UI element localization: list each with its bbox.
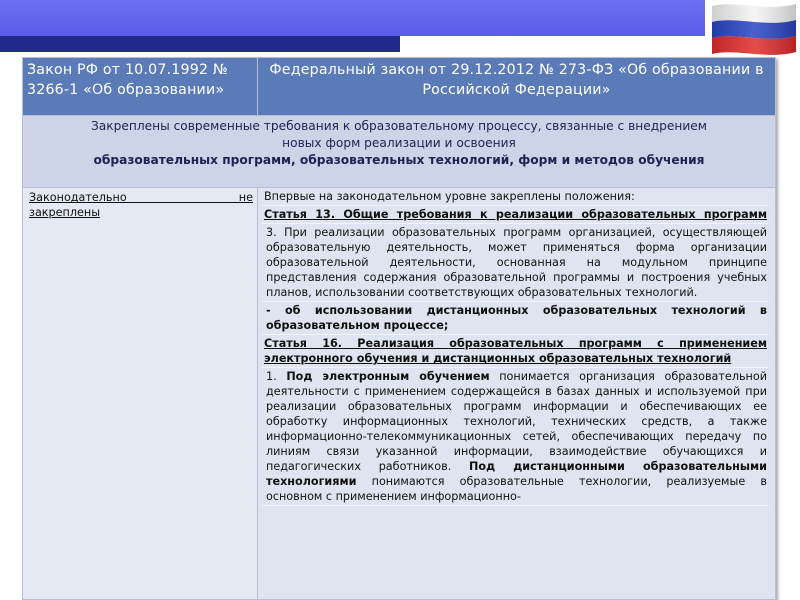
old-law-cell: Законодательно не закреплены — [22, 187, 258, 600]
old-law-text-line-2: закреплены — [29, 206, 101, 220]
article-16-paragraph-1-number: 1. — [266, 370, 277, 384]
article-13-title: Статья 13. Общие требования к реализации… — [262, 206, 769, 225]
distance-learning-point: - об использовании дистанционных образов… — [262, 302, 769, 336]
header-band — [0, 0, 705, 36]
summary-line-1: Закреплены современные требования к обра… — [90, 119, 707, 134]
summary-row: Закреплены современные требования к обра… — [22, 115, 776, 189]
law-comparison-table: Закон РФ от 10.07.1992 № 3266-1 «Об обра… — [22, 56, 776, 600]
old-law-text-line-1: Законодательно не — [29, 191, 253, 205]
old-law-header: Закон РФ от 10.07.1992 № 3266-1 «Об обра… — [22, 56, 258, 117]
e-learning-term: Под электронным обучением — [286, 370, 490, 384]
summary-line-2: новых форм реализации и освоения — [282, 136, 516, 151]
article-13-paragraph-3: 3. При реализации образовательных програ… — [262, 224, 769, 303]
header-band-accent — [0, 36, 400, 52]
russian-flag-icon — [706, 0, 800, 60]
article-16-paragraph-1: 1. Под электронным обучением понимается … — [262, 368, 769, 507]
intro-text: Впервые на законодательном уровне закреп… — [262, 189, 769, 207]
summary-line-3: образовательных программ, образовательны… — [93, 153, 705, 168]
e-learning-definition: понимается организация образовательной д… — [266, 370, 767, 474]
article-16-title: Статья 16. Реализация образовательных пр… — [262, 335, 769, 369]
new-law-header: Федеральный закон от 29.12.2012 № 273-ФЗ… — [257, 56, 776, 117]
new-law-cell: Впервые на законодательном уровне закреп… — [257, 187, 776, 600]
